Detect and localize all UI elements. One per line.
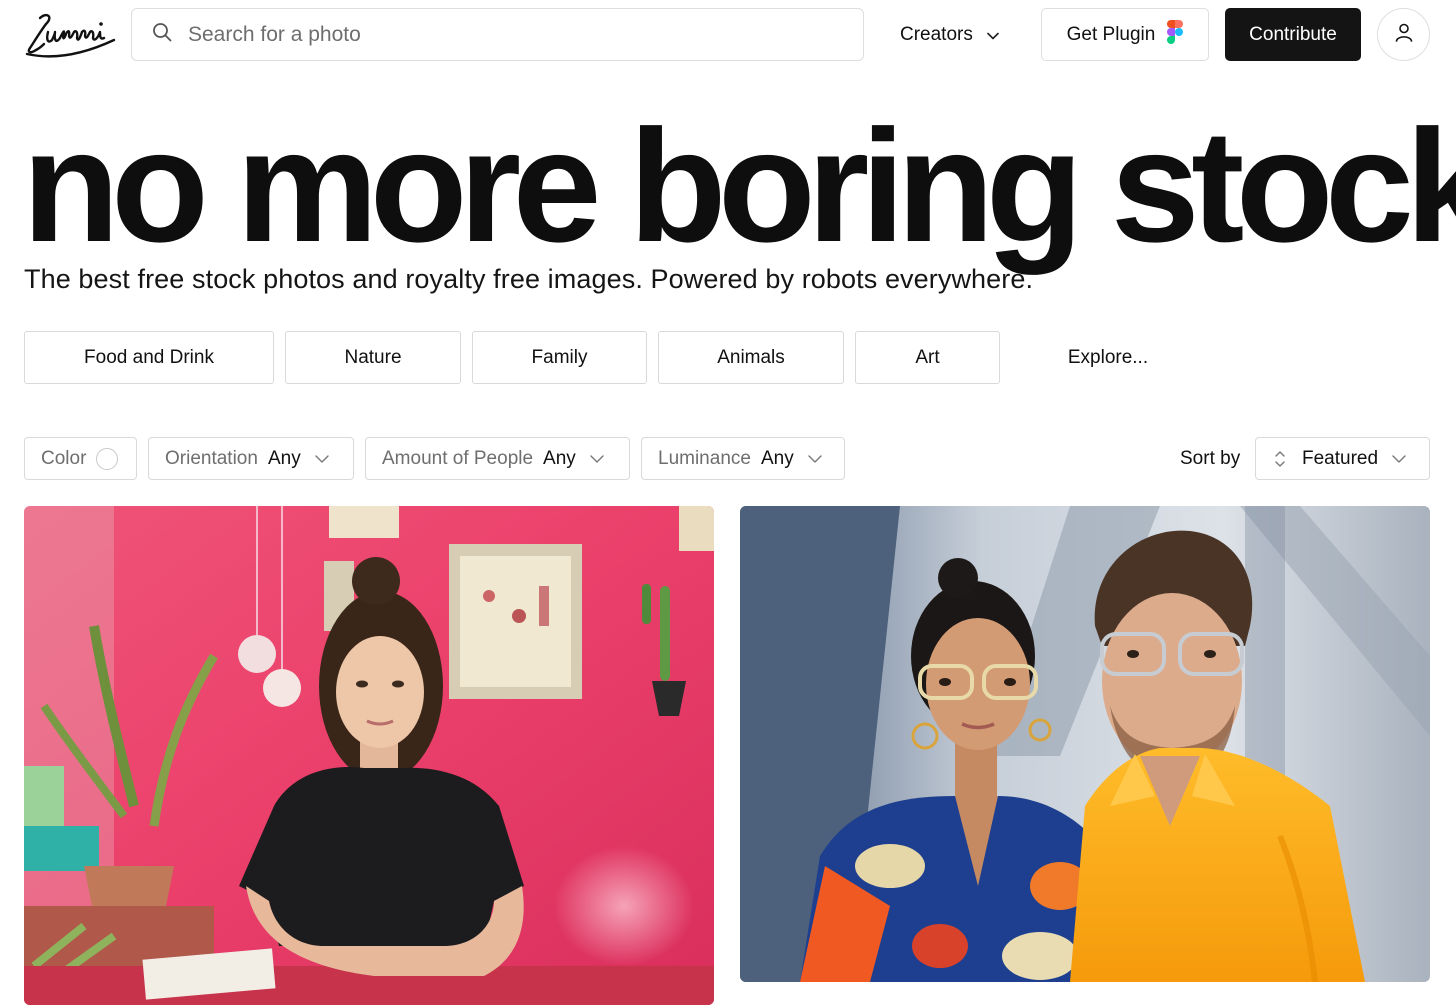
page: Creators Get Plugin Contribute — [0, 0, 1456, 1005]
photo-woman-pink-room-image — [24, 506, 714, 1005]
luminance-filter-label: Luminance — [658, 447, 751, 469]
orientation-filter[interactable]: Orientation Any — [148, 437, 354, 480]
contribute-button[interactable]: Contribute — [1225, 8, 1361, 61]
category-animals[interactable]: Animals — [658, 331, 844, 384]
photo-card-couple-portrait[interactable] — [740, 506, 1430, 982]
photo-card-woman-pink-room[interactable] — [24, 506, 714, 1005]
get-plugin-label: Get Plugin — [1066, 23, 1156, 45]
color-filter-label: Color — [41, 447, 87, 469]
search-icon — [152, 22, 172, 47]
figma-icon — [1167, 19, 1184, 50]
orientation-filter-label: Orientation — [165, 447, 258, 469]
category-nature[interactable]: Nature — [285, 331, 461, 384]
orientation-filter-value: Any — [267, 447, 301, 469]
chevron-down-icon — [315, 454, 329, 463]
chevron-down-icon — [590, 454, 604, 463]
category-art[interactable]: Art — [855, 331, 1000, 384]
chevron-down-icon — [1392, 454, 1406, 463]
luminance-filter-value: Any — [760, 447, 794, 469]
lummi-logo[interactable] — [24, 10, 118, 58]
sort-by-label: Sort by — [1180, 447, 1241, 469]
people-filter-label: Amount of People — [382, 447, 534, 469]
sort-select[interactable]: Featured — [1255, 437, 1430, 480]
chevron-down-icon — [987, 24, 999, 46]
category-explore[interactable]: Explore... — [1040, 331, 1176, 384]
people-filter-value: Any — [543, 447, 576, 469]
category-food-and-drink[interactable]: Food and Drink — [24, 331, 274, 384]
category-family[interactable]: Family — [472, 331, 647, 384]
user-icon — [1394, 22, 1414, 47]
user-account-button[interactable] — [1377, 8, 1430, 61]
creators-dropdown[interactable]: Creators — [900, 8, 999, 61]
color-filter[interactable]: Color — [24, 437, 137, 480]
luminance-filter[interactable]: Luminance Any — [641, 437, 845, 480]
search-input[interactable] — [188, 22, 788, 47]
photo-couple-portrait-image — [740, 506, 1430, 982]
creators-label: Creators — [900, 23, 973, 45]
search-bar[interactable] — [131, 8, 864, 61]
color-swatch-icon — [96, 447, 119, 470]
hero-subtitle: The best free stock photos and royalty f… — [24, 264, 1034, 294]
sort-select-value: Featured — [1302, 447, 1379, 469]
get-plugin-button[interactable]: Get Plugin — [1041, 8, 1209, 61]
hero-title: no more boring stock — [22, 96, 1456, 275]
sort-updown-icon — [1274, 449, 1286, 469]
chevron-down-icon — [808, 454, 822, 463]
amount-of-people-filter[interactable]: Amount of People Any — [365, 437, 630, 480]
contribute-label: Contribute — [1249, 23, 1337, 45]
